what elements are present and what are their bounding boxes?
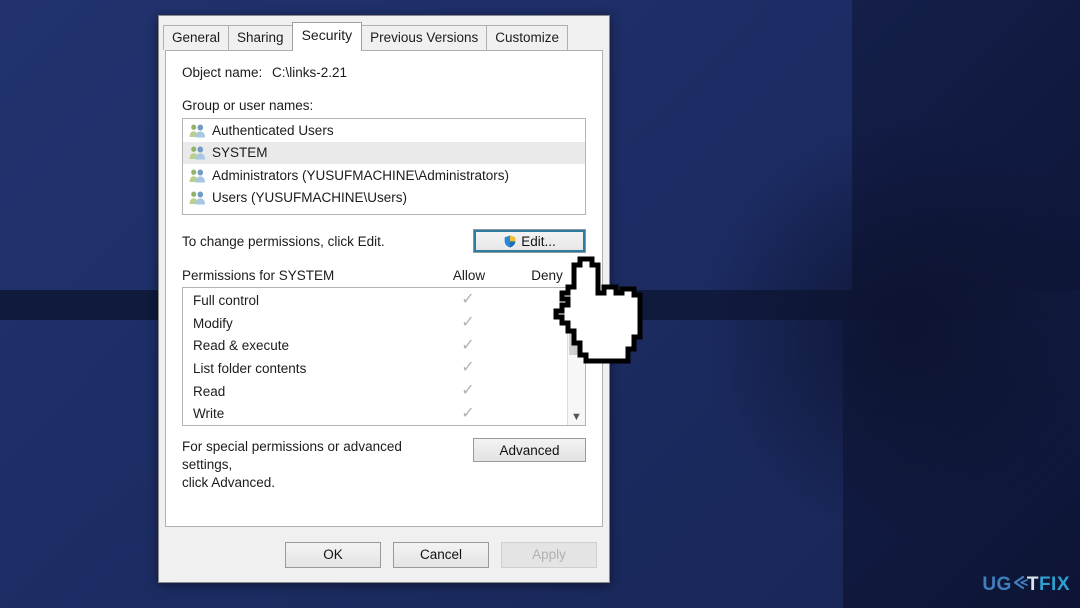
advanced-hint-text: For special permissions or advanced sett… [182,438,452,492]
table-row[interactable]: List folder contents ✓ [183,357,567,380]
table-row[interactable]: Modify ✓ [183,312,567,335]
edit-button[interactable]: Edit... [473,229,586,253]
advanced-settings-row: For special permissions or advanced sett… [182,438,586,492]
tab-customize-label: Customize [495,30,559,45]
list-item[interactable]: Authenticated Users [183,119,585,142]
group-or-user-names-list[interactable]: Authenticated Users SYSTEM Administrator… [182,118,586,215]
column-header-allow: Allow [452,268,486,283]
cancel-button-label: Cancel [419,547,463,562]
tab-security-label: Security [301,27,353,43]
list-item-label: SYSTEM [212,145,268,161]
permissions-scrollbar[interactable]: ▼ [567,288,585,425]
ok-button-label: OK [323,547,343,562]
column-header-deny: Deny [531,268,563,283]
permissions-title: Permissions for SYSTEM [182,268,335,283]
ok-button[interactable]: OK [285,541,381,568]
tab-general-label: General [172,30,221,45]
allow-checkbox[interactable]: ✓ [429,337,507,354]
users-icon [189,145,206,160]
apply-button-label: Apply [532,547,566,562]
list-item[interactable]: Users (YUSUFMACHINE\Users) [183,187,585,210]
tab-previous-versions[interactable]: Previous Versions [361,25,488,50]
apply-button: Apply [501,541,597,568]
dialog-footer: OK Cancel Apply [159,527,609,582]
list-item-label: Administrators (YUSUFMACHINE\Administrat… [212,167,510,183]
security-tab-page: Object name: C:\links-2.21 Group or user… [165,50,603,527]
tab-previous-versions-label: Previous Versions [370,30,479,45]
object-name-row: Object name: C:\links-2.21 [182,65,586,80]
users-icon [189,123,206,138]
users-icon [189,168,206,183]
edit-hint-text: To change permissions, click Edit. [182,233,385,249]
table-row[interactable]: Write ✓ [183,402,567,425]
advanced-button-label: Advanced [499,442,560,458]
watermark-part2: T [1026,574,1039,595]
list-item-label: Authenticated Users [212,122,334,138]
permissions-rows: Full control ✓ Modify ✓ Read & execute ✓… [183,288,567,425]
permission-name: Read [193,383,226,399]
tab-sharing[interactable]: Sharing [228,25,293,50]
allow-checkbox[interactable]: ✓ [429,360,507,376]
arrow-left-icon [1011,574,1028,596]
list-item-selected[interactable]: SYSTEM [183,141,585,164]
tab-sharing-label: Sharing [237,30,284,45]
allow-checkbox[interactable]: ✓ [429,315,507,331]
object-name-label: Object name: [182,65,263,80]
scrollbar-thumb[interactable] [569,289,584,355]
permissions-list[interactable]: Full control ✓ Modify ✓ Read & execute ✓… [182,287,586,426]
uac-shield-icon [503,234,517,249]
advanced-hint-line2: click Advanced. [182,475,276,490]
permission-name: Read & execute [193,338,290,354]
edit-permissions-row: To change permissions, click Edit. Edit.… [182,228,586,254]
allow-checkbox[interactable]: ✓ [429,383,507,399]
group-or-user-names-label: Group or user names: [182,98,314,113]
tab-security[interactable]: Security [291,22,363,51]
cancel-button[interactable]: Cancel [393,541,489,568]
allow-checkbox[interactable]: ✓ [429,405,507,422]
tab-general[interactable]: General [163,25,230,50]
ugetfix-watermark: UG T FIX [982,574,1070,596]
permissions-header-row: Permissions for SYSTEM Allow Deny [182,268,586,283]
list-item[interactable]: Administrators (YUSUFMACHINE\Administrat… [183,164,585,187]
advanced-hint-line1: For special permissions or advanced sett… [182,439,402,472]
table-row[interactable]: Full control ✓ [183,289,567,312]
table-row[interactable]: Read ✓ [183,380,567,403]
watermark-part3: FIX [1038,574,1070,595]
list-item-label: Users (YUSUFMACHINE\Users) [212,190,408,206]
permission-name: Modify [193,315,233,331]
allow-checkbox[interactable]: ✓ [429,292,507,308]
permission-name: Full control [193,292,260,308]
permission-name: Write [193,406,225,422]
object-name-value: C:\links-2.21 [272,65,348,80]
advanced-button[interactable]: Advanced [473,438,586,462]
tab-customize[interactable]: Customize [486,25,568,50]
users-icon [189,190,206,205]
watermark-part1: UG [982,574,1012,595]
chevron-down-icon[interactable]: ▼ [568,408,585,425]
permission-name: List folder contents [193,360,307,376]
table-row[interactable]: Read & execute ✓ [183,334,567,357]
folder-properties-dialog: General Sharing Security Previous Versio… [158,15,610,583]
edit-button-label: Edit... [521,233,556,249]
properties-tab-strip: General Sharing Security Previous Versio… [163,22,609,51]
